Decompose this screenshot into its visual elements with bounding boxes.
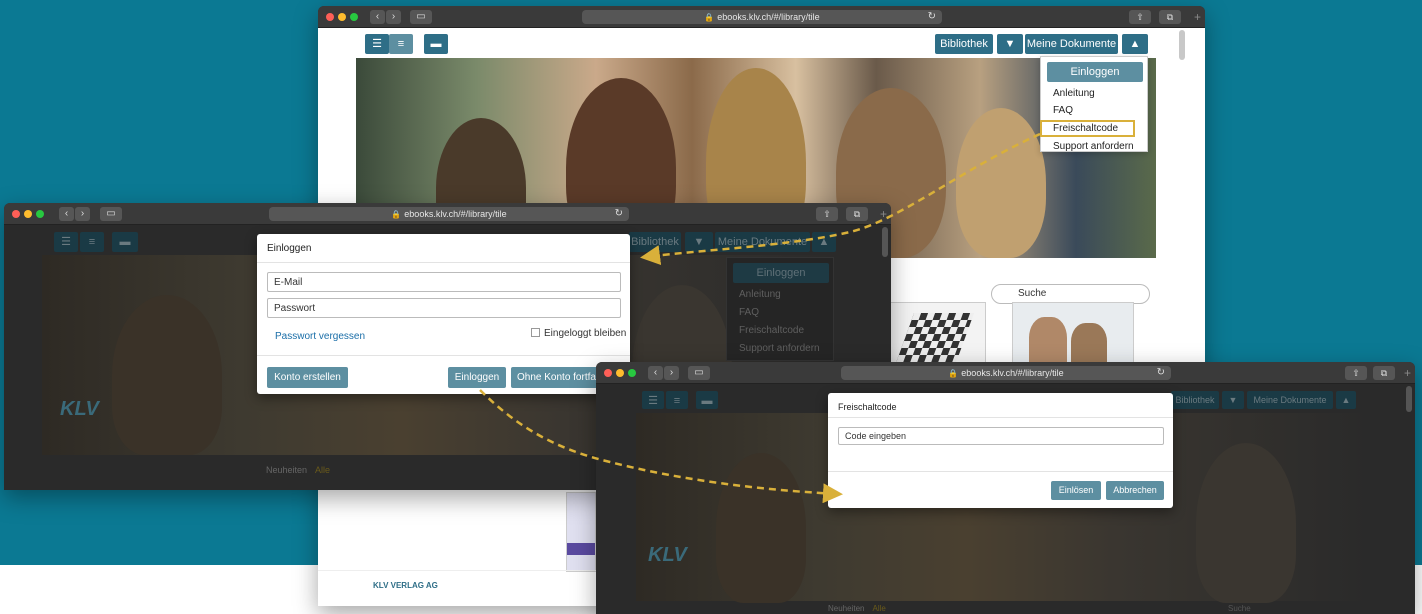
flow-arrows [479,132,1041,504]
arrow-login-to-code [479,389,843,504]
arrow-freischaltcode-to-login [640,132,1041,266]
